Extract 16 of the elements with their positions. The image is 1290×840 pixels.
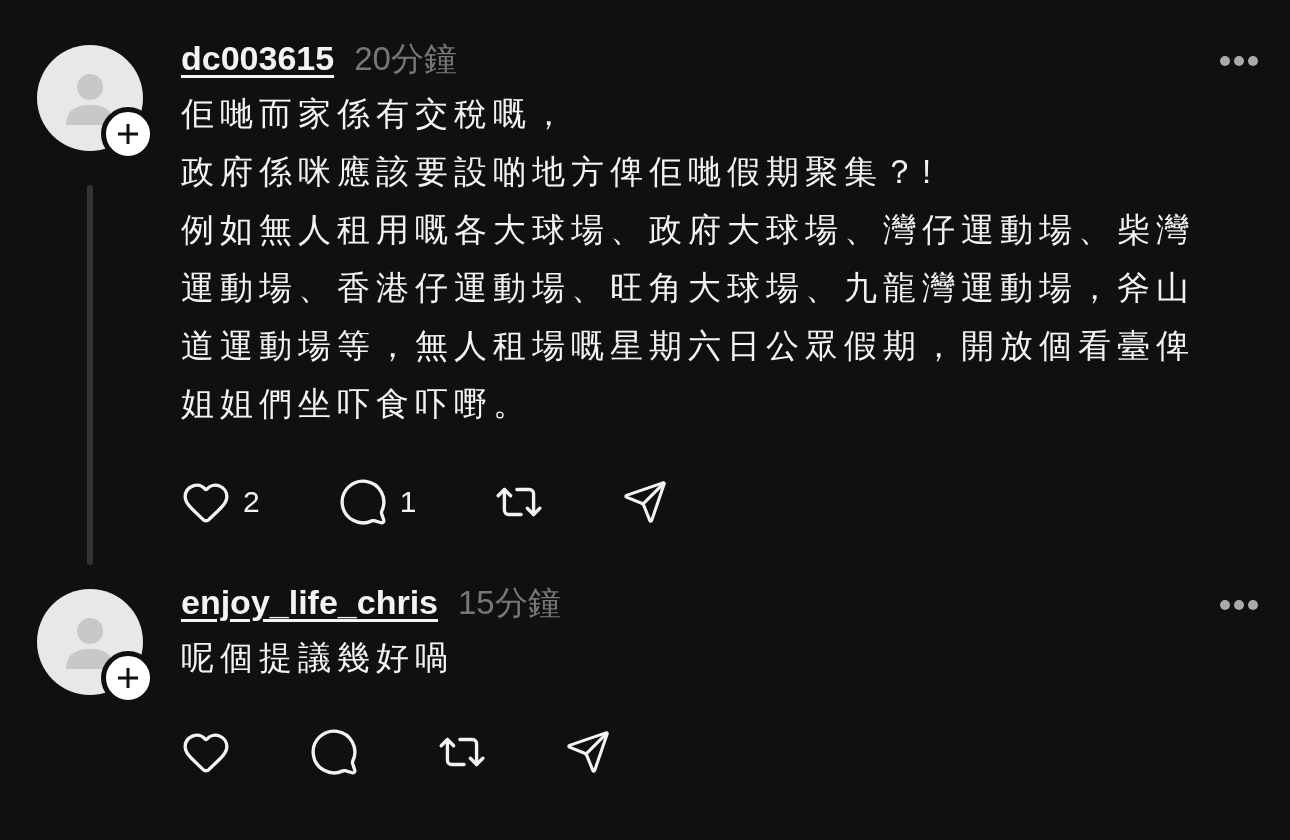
reply-button[interactable] — [309, 727, 359, 777]
username-link[interactable]: dc003615 — [181, 39, 335, 78]
post-text: 呢個提議幾好喎 — [181, 638, 455, 678]
like-button[interactable]: 2 — [181, 477, 260, 527]
more-icon[interactable] — [1219, 599, 1259, 611]
share-button[interactable] — [622, 479, 669, 525]
post-time: 15分鐘 — [458, 583, 561, 623]
post-text: 例如無人租用嘅各大球場、政府大球場、灣仔運動場、柴灣運動場、香港仔運動場、旺角大球場、九龍灣運動場，斧山道運動場等，無人租場嘅星期六日公眾假期，開放個看臺俾姐姐們坐吓食吓嘢。 — [181, 210, 1196, 424]
more-icon[interactable] — [1219, 55, 1259, 67]
post-time: 20分鐘 — [354, 39, 457, 79]
post-text: 佢哋而家係有交稅嘅， — [181, 94, 572, 134]
username-link[interactable]: enjoy_life_chris — [181, 583, 438, 622]
share-button[interactable] — [565, 729, 611, 775]
plus-icon — [116, 666, 140, 690]
plus-icon — [116, 122, 140, 146]
post-text: 政府係咪應該要設啲地方俾佢哋假期聚集？! — [181, 152, 939, 192]
